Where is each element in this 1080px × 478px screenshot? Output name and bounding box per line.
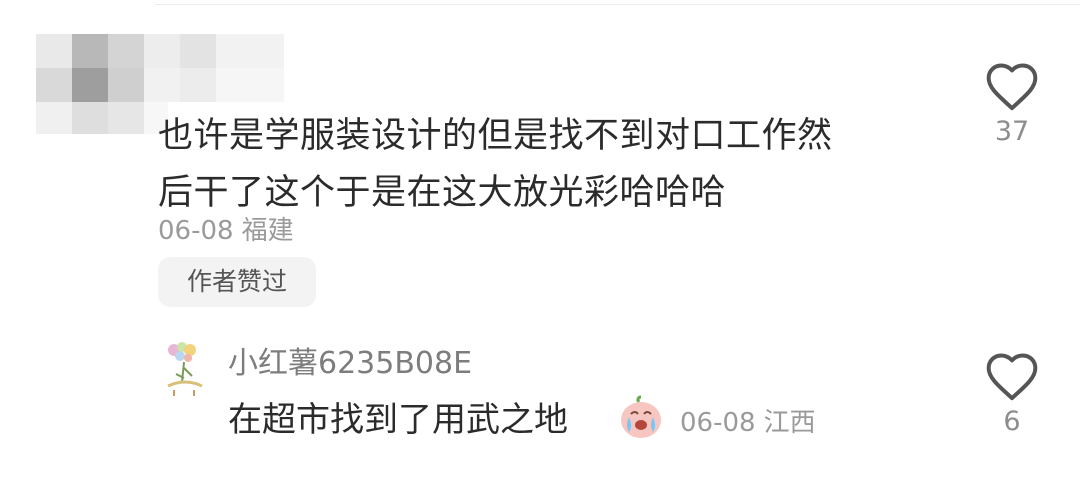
reply-like-count: 6 <box>1003 406 1021 437</box>
heart-outline-icon <box>986 353 1038 401</box>
reply-username[interactable]: 小红薯6235B08E <box>228 338 472 382</box>
comment-text-line: 也许是学服装设计的但是找不到对口工作然 <box>158 116 833 156</box>
reply-avatar[interactable] <box>160 338 210 398</box>
reply-meta: 06-08 江西 <box>680 402 824 439</box>
heart-outline-icon <box>986 63 1038 111</box>
reply-location: 江西 <box>763 408 816 438</box>
comment-like-count: 37 <box>994 116 1030 147</box>
author-liked-badge: 作者赞过 <box>158 257 316 307</box>
reply-date: 06-08 <box>680 408 756 438</box>
comment-like-button[interactable]: 37 <box>980 60 1044 147</box>
top-divider <box>155 4 1080 5</box>
comment-meta: 06-08 福建 <box>158 210 302 247</box>
comment-location: 福建 <box>241 216 294 246</box>
comment-date: 06-08 <box>158 216 234 246</box>
comment-text[interactable]: 也许是学服装设计的但是找不到对口工作然 后干了这个于是在这大放光彩哈哈哈 <box>158 108 928 222</box>
crying-face-emoji-icon <box>617 392 665 440</box>
reply-like-button[interactable]: 6 <box>980 350 1044 437</box>
reply-avatar-image <box>167 342 203 396</box>
reply-text[interactable]: 在超市找到了用武之地 <box>228 392 568 441</box>
